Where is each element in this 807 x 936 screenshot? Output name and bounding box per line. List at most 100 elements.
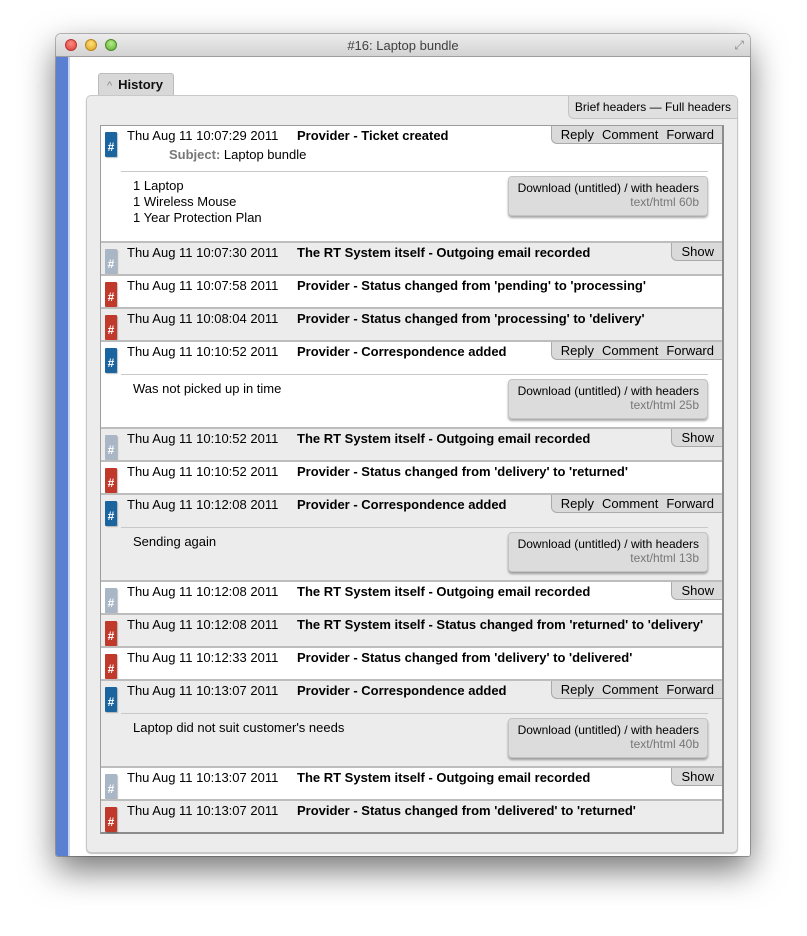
transaction-description: Provider - Correspondence added — [297, 683, 507, 698]
full-headers-link[interactable]: Full headers — [665, 100, 731, 114]
system-email-badge-icon[interactable]: # — [105, 588, 117, 613]
content-divider — [121, 374, 708, 375]
transaction-header: Thu Aug 11 10:07:29 2011 Provider - Ticke… — [127, 128, 449, 143]
reply-button[interactable]: Reply — [561, 343, 594, 358]
attachment-meta: text/html 60b — [630, 195, 699, 209]
system-email-badge-icon[interactable]: # — [105, 774, 117, 799]
attachment-meta: text/html 25b — [630, 398, 699, 412]
transaction-date: Thu Aug 11 10:12:08 2011 — [127, 617, 279, 632]
status-change-badge-icon[interactable]: # — [105, 621, 117, 646]
sidebar-accent-bar — [56, 57, 70, 856]
forward-button[interactable]: Forward — [666, 496, 714, 511]
download-label: Download (untitled) / with headers — [517, 723, 699, 737]
brief-headers-link[interactable]: Brief headers — [575, 100, 646, 114]
message-body: Laptop did not suit customer's needs — [133, 720, 344, 736]
transaction-description: Provider - Status changed from 'processi… — [297, 311, 645, 326]
headers-toggle: Brief headers — Full headers — [567, 96, 737, 119]
transaction-header: Thu Aug 11 10:07:30 2011 The RT System it… — [127, 245, 590, 260]
fullscreen-icon[interactable]: ⤢ — [734, 38, 744, 53]
transaction-actions: Show — [671, 582, 722, 600]
correspondence-badge-icon[interactable]: # — [105, 132, 117, 157]
reply-button[interactable]: Reply — [561, 127, 594, 142]
message-line: Laptop did not suit customer's needs — [133, 720, 345, 735]
status-change-badge-icon[interactable]: # — [105, 654, 117, 679]
show-button[interactable]: Show — [681, 244, 714, 259]
download-attachment-button[interactable]: Download (untitled) / with headers text/h… — [508, 532, 708, 572]
transaction-row: # Thu Aug 11 10:07:58 2011 Provider - Stat… — [101, 274, 722, 307]
content-divider — [121, 527, 708, 528]
transaction-row: # Thu Aug 11 10:12:33 2011 Provider - Stat… — [101, 646, 722, 679]
transaction-description: The RT System itself - Outgoing email re… — [297, 770, 591, 785]
attachment-meta: text/html 40b — [630, 737, 699, 751]
transaction-header: Thu Aug 11 10:13:07 2011 The RT System it… — [127, 770, 590, 785]
forward-button[interactable]: Forward — [666, 682, 714, 697]
status-change-badge-icon[interactable]: # — [105, 315, 117, 340]
download-attachment-button[interactable]: Download (untitled) / with headers text/h… — [508, 176, 708, 216]
reply-button[interactable]: Reply — [561, 496, 594, 511]
subject-label: Subject: — [169, 147, 221, 162]
download-attachment-button[interactable]: Download (untitled) / with headers text/h… — [508, 379, 708, 419]
message-body: Was not picked up in time — [133, 381, 281, 397]
system-email-badge-icon[interactable]: # — [105, 249, 117, 274]
transaction-list: # Thu Aug 11 10:07:29 2011 Provider - Tick… — [100, 125, 724, 834]
attachment-meta: text/html 13b — [630, 551, 699, 565]
tab-history-label: History — [118, 77, 163, 92]
headers-separator: — — [646, 100, 665, 114]
transaction-row: # Thu Aug 11 10:12:08 2011 The RT System i… — [101, 613, 722, 646]
message-line: 1 Wireless Mouse — [133, 194, 237, 209]
download-label: Download (untitled) / with headers — [517, 384, 699, 398]
status-change-badge-icon[interactable]: # — [105, 282, 117, 307]
transaction-description: Provider - Status changed from 'delivery… — [297, 464, 628, 479]
transaction-row: # Thu Aug 11 10:08:04 2011 Provider - Stat… — [101, 307, 722, 340]
transaction-actions: Reply Comment Forward — [550, 342, 722, 360]
transaction-actions: Reply Comment Forward — [550, 126, 722, 144]
tab-history[interactable]: ^ History — [98, 73, 174, 95]
correspondence-badge-icon[interactable]: # — [105, 348, 117, 373]
correspondence-badge-icon[interactable]: # — [105, 501, 117, 526]
transaction-description: The RT System itself - Outgoing email re… — [297, 245, 591, 260]
transaction-header: Thu Aug 11 10:10:52 2011 Provider - Corre… — [127, 344, 507, 359]
transaction-actions: Reply Comment Forward — [550, 681, 722, 699]
transaction-date: Thu Aug 11 10:08:04 2011 — [127, 311, 279, 326]
message-line: 1 Laptop — [133, 178, 184, 193]
forward-button[interactable]: Forward — [666, 127, 714, 142]
message-body: Sending again — [133, 534, 216, 550]
transaction-header: Thu Aug 11 10:13:07 2011 Provider - Corre… — [127, 683, 507, 698]
forward-button[interactable]: Forward — [666, 343, 714, 358]
transaction-header: Thu Aug 11 10:12:08 2011 The RT System it… — [127, 584, 590, 599]
transaction-header: Thu Aug 11 10:12:33 2011 Provider - Statu… — [127, 650, 632, 665]
correspondence-badge-icon[interactable]: # — [105, 687, 117, 712]
transaction-header: Thu Aug 11 10:08:04 2011 Provider - Statu… — [127, 311, 645, 326]
chevron-up-icon: ^ — [107, 80, 113, 92]
show-button[interactable]: Show — [681, 430, 714, 445]
show-button[interactable]: Show — [681, 769, 714, 784]
comment-button[interactable]: Comment — [602, 127, 658, 142]
transaction-date: Thu Aug 11 10:07:58 2011 — [127, 278, 279, 293]
transaction-date: Thu Aug 11 10:13:07 2011 — [127, 770, 279, 785]
transaction-actions: Show — [671, 768, 722, 786]
app-window: #16: Laptop bundle ⤢ ^ History Brief head… — [56, 34, 750, 856]
message-line: Sending again — [133, 534, 217, 549]
status-change-badge-icon[interactable]: # — [105, 807, 117, 832]
comment-button[interactable]: Comment — [602, 682, 658, 697]
transaction-row: # Thu Aug 11 10:10:52 2011 Provider - Stat… — [101, 460, 722, 493]
comment-button[interactable]: Comment — [602, 343, 658, 358]
download-attachment-button[interactable]: Download (untitled) / with headers text/h… — [508, 718, 708, 758]
transaction-description: The RT System itself - Status changed fr… — [297, 617, 704, 632]
transaction-subject: Subject: Laptop bundle — [169, 147, 306, 162]
transaction-row: # Thu Aug 11 10:07:29 2011 Provider - Tick… — [101, 126, 722, 241]
transaction-description: Provider - Ticket created — [297, 128, 449, 143]
window-title: #16: Laptop bundle — [347, 38, 459, 53]
transaction-date: Thu Aug 11 10:12:08 2011 — [127, 497, 279, 512]
download-label: Download (untitled) / with headers — [517, 537, 699, 551]
transaction-row: # Thu Aug 11 10:12:08 2011 The RT System i… — [101, 580, 722, 613]
reply-button[interactable]: Reply — [561, 682, 594, 697]
transaction-description: Provider - Status changed from 'delivere… — [297, 803, 636, 818]
show-button[interactable]: Show — [681, 583, 714, 598]
transaction-date: Thu Aug 11 10:13:07 2011 — [127, 803, 279, 818]
status-change-badge-icon[interactable]: # — [105, 468, 117, 493]
transaction-row: # Thu Aug 11 10:10:52 2011 Provider - Corr… — [101, 340, 722, 427]
transaction-row: # Thu Aug 11 10:07:30 2011 The RT System i… — [101, 241, 722, 274]
comment-button[interactable]: Comment — [602, 496, 658, 511]
system-email-badge-icon[interactable]: # — [105, 435, 117, 460]
